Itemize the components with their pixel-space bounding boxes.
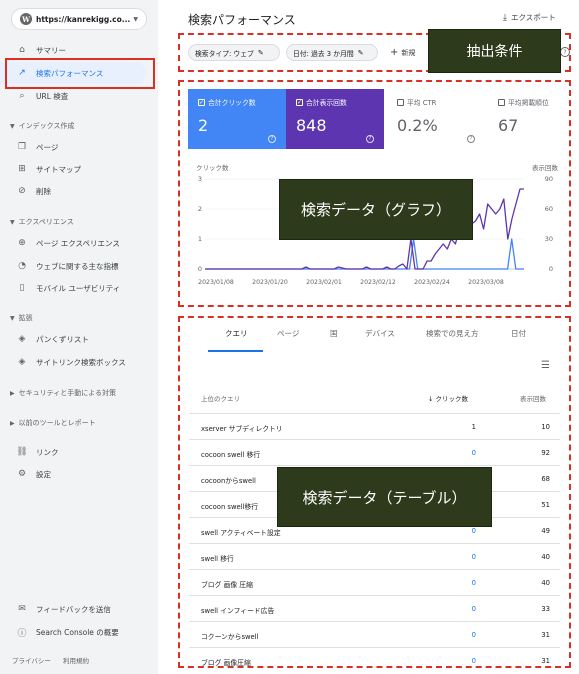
nav-links[interactable]: ⛓ リンク — [0, 441, 158, 463]
chevron-down-icon: ▼ — [133, 15, 138, 23]
nav-feedback[interactable]: ✉ フィードバックを送信 — [0, 598, 158, 620]
feedback-icon: ✉ — [18, 604, 26, 614]
section-experience[interactable]: ▼ エクスペリエンス — [10, 217, 74, 227]
annotation-search-data-table: 検索データ（テーブル） — [277, 467, 492, 527]
nav-core-web-vitals[interactable]: ◔ ウェブに関する主な指標 — [0, 255, 158, 277]
property-url: https://kanrekigg.co... — [36, 14, 131, 24]
section-legacy[interactable]: ▶ 以前のツールとレポート — [10, 418, 96, 428]
sitemap-icon: ⊞ — [18, 164, 26, 174]
layers-icon: ◈ — [18, 334, 26, 344]
annotation-search-data-graph: 検索データ（グラフ） — [279, 179, 473, 240]
eye-off-icon: ⊘ — [18, 186, 26, 196]
section-indexing[interactable]: ▼ インデックス作成 — [10, 121, 74, 131]
section-enhancements[interactable]: ▼ 拡張 — [10, 313, 33, 323]
nav-sitemaps[interactable]: ⊞ サイトマップ — [0, 158, 158, 180]
terms-link[interactable]: 利用規約 — [63, 657, 89, 665]
info-icon: ⓘ — [17, 628, 27, 639]
nav-removals[interactable]: ⊘ 削除 — [0, 180, 158, 202]
privacy-link[interactable]: プライバシー — [12, 657, 51, 665]
nav-sitelinks-searchbox[interactable]: ◈ サイトリンク検索ボックス — [0, 351, 158, 373]
pages-icon: ❐ — [17, 142, 27, 152]
page-title: 検索パフォーマンス — [188, 13, 296, 27]
sidebar-footer: プライバシー 利用規約 — [12, 655, 99, 665]
wordpress-icon: W — [20, 13, 32, 25]
circle-plus-icon: ⊕ — [18, 238, 26, 248]
download-icon: ⤓ — [503, 12, 507, 23]
links-icon: ⛓ — [16, 447, 28, 457]
nav-pages[interactable]: ❐ ページ — [0, 136, 158, 158]
search-icon: ⌕ — [19, 91, 25, 101]
export-button[interactable]: ⤓ エクスポート — [503, 12, 556, 23]
layers-icon: ◈ — [18, 357, 26, 367]
gauge-icon: ◔ — [18, 261, 26, 271]
phone-icon: ▯ — [19, 283, 25, 293]
sidebar: W https://kanrekigg.co... ▼ ⌂ サマリー ↗ 検索パフォ… — [0, 0, 158, 674]
nav-about[interactable]: ⓘ Search Console の概要 — [0, 621, 158, 643]
highlight-performance-nav — [5, 58, 155, 89]
nav-mobile-usability[interactable]: ▯ モバイル ユーザビリティ — [0, 277, 158, 299]
gear-icon: ⚙ — [17, 469, 27, 479]
annotation-filter-conditions: 抽出条件 — [428, 29, 561, 73]
nav-page-experience[interactable]: ⊕ ページ エクスペリエンス — [0, 232, 158, 254]
home-icon: ⌂ — [19, 45, 25, 55]
section-security[interactable]: ▶ セキュリティと手動による対策 — [10, 388, 116, 398]
property-selector[interactable]: W https://kanrekigg.co... ▼ — [11, 8, 147, 30]
nav-breadcrumbs[interactable]: ◈ パンくずリスト — [0, 328, 158, 350]
nav-settings[interactable]: ⚙ 設定 — [0, 463, 158, 485]
